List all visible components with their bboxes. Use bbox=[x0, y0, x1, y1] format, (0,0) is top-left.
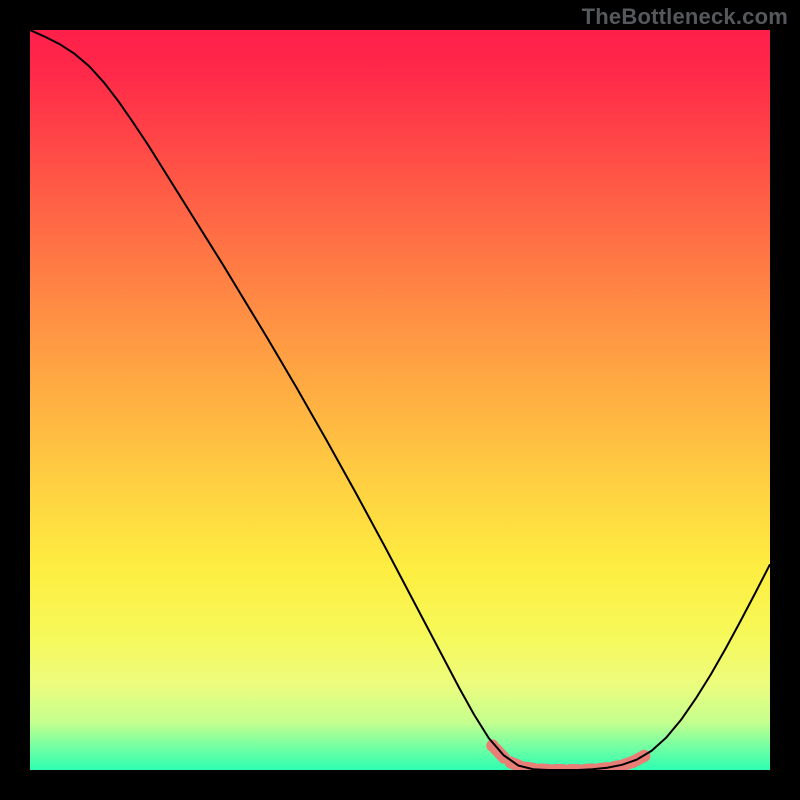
chart-plot-area bbox=[30, 30, 770, 770]
bottleneck-curve bbox=[30, 30, 770, 770]
chart-svg bbox=[30, 30, 770, 770]
highlight-markers bbox=[486, 739, 650, 770]
watermark-text: TheBottleneck.com bbox=[582, 4, 788, 30]
